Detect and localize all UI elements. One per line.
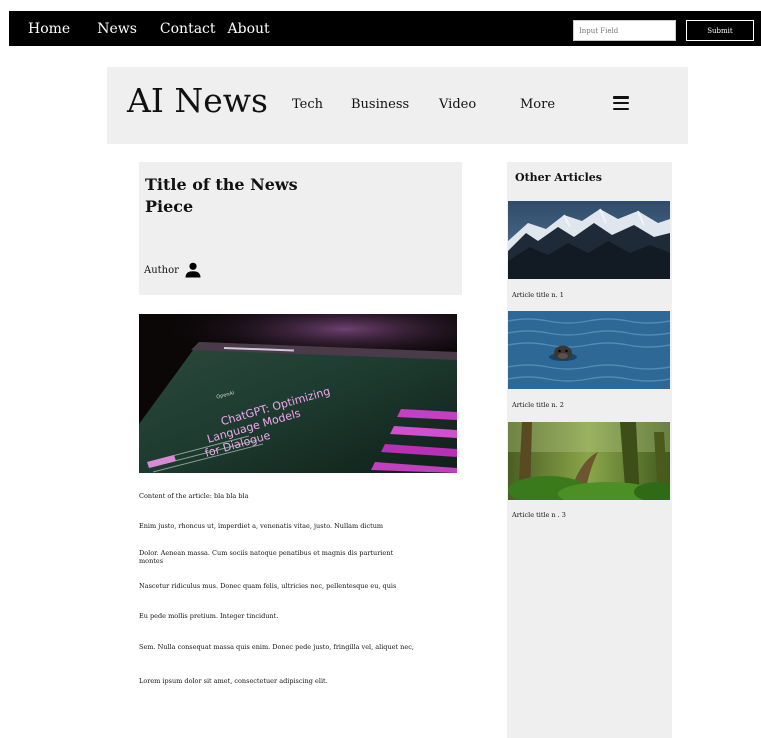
sidebar-other-articles: Other Articles Article title n. 1 Articl… (507, 162, 672, 738)
article-thumbnail-mountains[interactable] (508, 201, 670, 279)
article-link-3[interactable]: Article title n . 3 (512, 511, 566, 519)
site-logo-text[interactable]: AI News (127, 81, 268, 120)
top-nav: Home News Contact About (28, 11, 270, 46)
article-thumbnail-seal[interactable] (508, 311, 670, 389)
mountains-image (508, 201, 670, 279)
nav-contact-link[interactable]: Contact (160, 21, 216, 37)
article-thumbnail-forest[interactable] (508, 422, 670, 500)
article-paragraph: Sem. Nulla consequat massa quis enim. Do… (139, 643, 414, 651)
article-link-1[interactable]: Article title n. 1 (512, 291, 564, 299)
category-video-link[interactable]: Video (439, 97, 476, 112)
article-title: Title of the News Piece (145, 175, 298, 216)
author-label: Author (144, 264, 179, 276)
top-navbar: Home News Contact About Submit (9, 11, 761, 46)
category-more-link[interactable]: More (520, 97, 555, 112)
nav-news-link[interactable]: News (97, 21, 137, 37)
hero-photo: OpenAI ChatGPT: Optimizing Language Mode… (139, 314, 457, 473)
article-hero-image: OpenAI ChatGPT: Optimizing Language Mode… (139, 314, 457, 473)
site-header: AI News Tech Business Video More (107, 67, 688, 144)
forest-image (508, 422, 670, 500)
article-paragraph: Nascetur ridiculus mus. Donec quam felis… (139, 582, 397, 590)
author-block: Author (144, 262, 201, 278)
article-paragraph: Dolor. Aenean massa. Cum sociis natoque … (139, 549, 394, 565)
hamburger-menu-icon[interactable] (613, 96, 629, 111)
person-icon (185, 262, 201, 278)
nav-about-link[interactable]: About (228, 21, 270, 37)
nav-home-link[interactable]: Home (28, 21, 70, 37)
article-paragraph: Enim justo, rhoncus ut, imperdiet a, ven… (139, 522, 384, 530)
article-paragraph: Lorem ipsum dolor sit amet, consectetuer… (139, 677, 328, 685)
seal-image (508, 311, 670, 389)
sidebar-title: Other Articles (515, 171, 602, 184)
article-link-2[interactable]: Article title n. 2 (512, 401, 564, 409)
search-input[interactable] (573, 20, 676, 41)
submit-button[interactable]: Submit (686, 20, 754, 41)
category-business-link[interactable]: Business (351, 97, 409, 112)
article-header: Title of the News Piece Author (139, 162, 462, 295)
article-paragraph: Eu pede mollis pretium. Integer tincidun… (139, 612, 279, 620)
category-tech-link[interactable]: Tech (292, 97, 323, 112)
article-paragraph: Content of the article: bla bla bla (139, 492, 249, 500)
